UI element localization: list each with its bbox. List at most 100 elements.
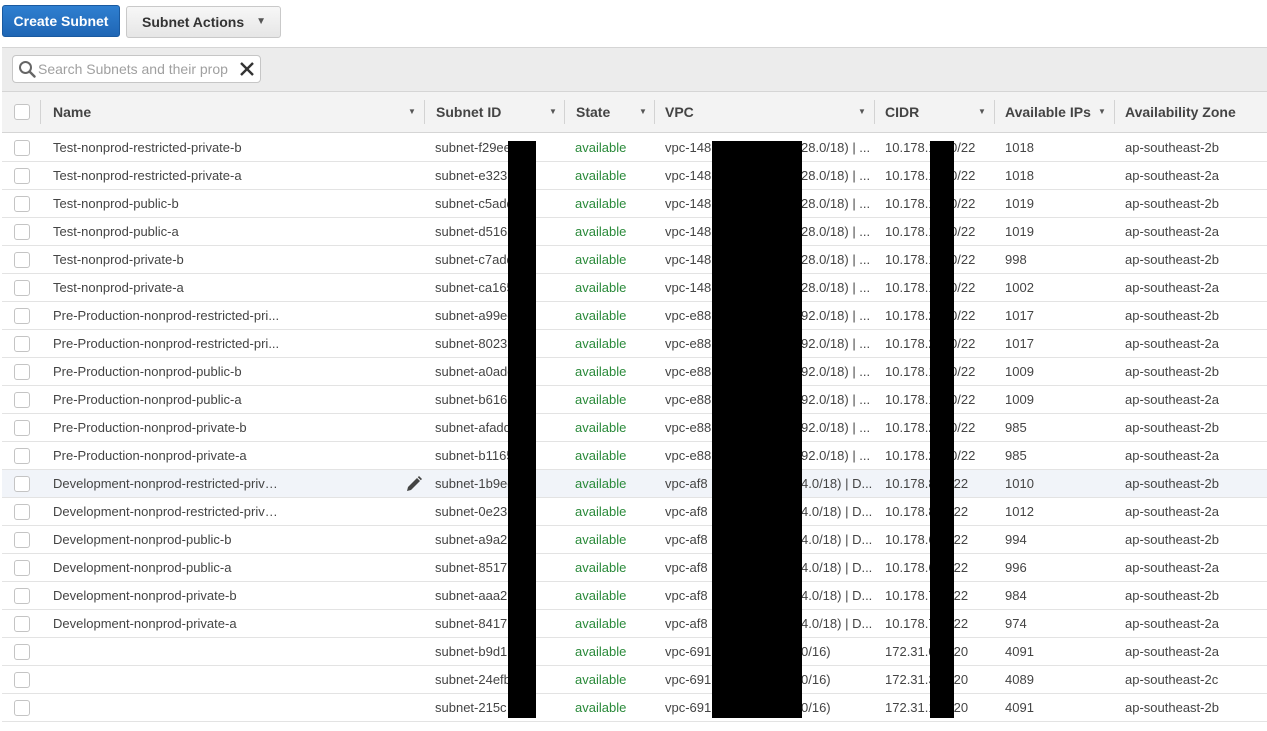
vpc-suffix: 4.0/18) | D...	[801, 476, 873, 491]
row-checkbox[interactable]	[14, 168, 30, 184]
row-checkbox[interactable]	[14, 252, 30, 268]
table-row[interactable]: Pre-Production-nonprod-private-a subnet-b…	[2, 442, 1267, 470]
table-row[interactable]: Pre-Production-nonprod-private-b subnet-a…	[2, 414, 1267, 442]
redaction-bar	[508, 141, 536, 718]
row-checkbox[interactable]	[14, 196, 30, 212]
table-row[interactable]: Pre-Production-nonprod-restricted-pri...…	[2, 302, 1267, 330]
row-checkbox[interactable]	[14, 140, 30, 156]
table-row[interactable]: Test-nonprod-private-b subnet-c7add availa…	[2, 246, 1267, 274]
filter-bar	[2, 47, 1267, 92]
cidr-prefix: 10.178.1	[885, 140, 936, 155]
row-checkbox[interactable]	[14, 504, 30, 520]
subnet-state: available	[575, 252, 627, 267]
subnet-name	[53, 638, 283, 665]
column-label: Name	[53, 104, 92, 120]
sort-arrow-icon[interactable]: ▼	[408, 92, 416, 132]
row-checkbox[interactable]	[14, 672, 30, 688]
column-header-state[interactable]: State ▼	[576, 92, 656, 132]
available-ips: 1009	[1005, 392, 1034, 407]
table-row[interactable]: Development-nonprod-restricted-private-a…	[2, 498, 1267, 526]
availability-zone: ap-southeast-2a	[1125, 616, 1219, 631]
close-icon[interactable]	[238, 60, 256, 78]
available-ips: 4091	[1005, 644, 1034, 659]
sort-arrow-icon[interactable]: ▼	[639, 92, 647, 132]
search-input[interactable]	[38, 59, 234, 79]
cidr-prefix: 172.31.1	[885, 700, 936, 715]
sort-arrow-icon[interactable]: ▼	[1098, 92, 1106, 132]
table-row[interactable]: Development-nonprod-public-b subnet-a9a2 a…	[2, 526, 1267, 554]
row-checkbox[interactable]	[14, 280, 30, 296]
table-row[interactable]: Test-nonprod-restricted-private-a subnet-…	[2, 162, 1267, 190]
availability-zone: ap-southeast-2a	[1125, 280, 1219, 295]
table-row[interactable]: Development-nonprod-private-a subnet-8417…	[2, 610, 1267, 638]
table-row[interactable]: subnet-24efb available vpc-691 0/16) 172.31.…	[2, 666, 1267, 694]
cidr-prefix: 172.31.0	[885, 644, 936, 659]
pencil-icon[interactable]	[405, 475, 423, 493]
row-checkbox[interactable]	[14, 364, 30, 380]
subnet-state: available	[575, 644, 627, 659]
row-checkbox[interactable]	[14, 588, 30, 604]
available-ips: 1019	[1005, 224, 1034, 239]
subnet-actions-label: Subnet Actions	[142, 14, 245, 30]
subnet-state: available	[575, 476, 627, 491]
row-checkbox[interactable]	[14, 644, 30, 660]
row-checkbox[interactable]	[14, 616, 30, 632]
vpc-suffix: 28.0/18) | ...	[801, 196, 871, 211]
redaction-bar	[712, 141, 802, 718]
sort-arrow-icon[interactable]: ▼	[858, 92, 866, 132]
column-header-subnet-id[interactable]: Subnet ID ▼	[436, 92, 563, 132]
table-row[interactable]: Test-nonprod-public-a subnet-d5165 availab…	[2, 218, 1267, 246]
vpc-prefix: vpc-af8	[665, 504, 708, 519]
search-box[interactable]	[12, 55, 261, 83]
table-row[interactable]: Test-nonprod-restricted-private-b subnet-…	[2, 134, 1267, 162]
row-checkbox[interactable]	[14, 420, 30, 436]
cidr-prefix: 10.178.1	[885, 196, 936, 211]
vpc-suffix: 4.0/18) | D...	[801, 504, 873, 519]
subnet-state: available	[575, 616, 627, 631]
column-header-name[interactable]: Name ▼	[53, 92, 423, 132]
vpc-prefix: vpc-af8	[665, 588, 708, 603]
table-row[interactable]: Development-nonprod-restricted-private-b…	[2, 470, 1267, 498]
select-all-checkbox[interactable]	[14, 104, 30, 120]
table-row[interactable]: Test-nonprod-public-b subnet-c5add availab…	[2, 190, 1267, 218]
row-checkbox[interactable]	[14, 532, 30, 548]
table-row[interactable]: Development-nonprod-private-b subnet-aaa2…	[2, 582, 1267, 610]
row-checkbox[interactable]	[14, 308, 30, 324]
column-label: Available IPs	[1005, 104, 1091, 120]
available-ips: 1018	[1005, 168, 1034, 183]
row-checkbox[interactable]	[14, 448, 30, 464]
availability-zone: ap-southeast-2b	[1125, 308, 1219, 323]
table-row[interactable]: Pre-Production-nonprod-public-a subnet-b6…	[2, 386, 1267, 414]
row-checkbox[interactable]	[14, 224, 30, 240]
row-checkbox[interactable]	[14, 560, 30, 576]
table-row[interactable]: Pre-Production-nonprod-restricted-pri...…	[2, 330, 1267, 358]
row-checkbox[interactable]	[14, 336, 30, 352]
row-checkbox[interactable]	[14, 392, 30, 408]
sort-arrow-icon[interactable]: ▼	[549, 92, 557, 132]
column-header-available-ips[interactable]: Available IPs ▼	[1005, 92, 1115, 132]
availability-zone: ap-southeast-2b	[1125, 420, 1219, 435]
table-row[interactable]: Development-nonprod-public-a subnet-8517 a…	[2, 554, 1267, 582]
table-row[interactable]: Test-nonprod-private-a subnet-ca165 availa…	[2, 274, 1267, 302]
create-subnet-button[interactable]: Create Subnet	[2, 5, 120, 37]
subnet-state: available	[575, 280, 627, 295]
available-ips: 998	[1005, 252, 1027, 267]
column-header-cidr[interactable]: CIDR ▼	[885, 92, 995, 132]
row-checkbox[interactable]	[14, 476, 30, 492]
table-row[interactable]: subnet-215c available vpc-691 0/16) 172.31.1…	[2, 694, 1267, 722]
available-ips: 1019	[1005, 196, 1034, 211]
table-row[interactable]: subnet-b9d1 available vpc-691 0/16) 172.31.0…	[2, 638, 1267, 666]
subnet-actions-button[interactable]: Subnet Actions ▼	[126, 6, 281, 38]
subnet-state: available	[575, 308, 627, 323]
search-icon	[19, 61, 36, 78]
column-header-availability-zone[interactable]: Availability Zone	[1125, 92, 1265, 132]
available-ips: 996	[1005, 560, 1027, 575]
column-divider	[564, 100, 565, 124]
table-row[interactable]: Pre-Production-nonprod-public-b subnet-a0…	[2, 358, 1267, 386]
row-checkbox[interactable]	[14, 700, 30, 716]
column-label: Subnet ID	[436, 104, 502, 120]
sort-arrow-icon[interactable]: ▼	[978, 92, 986, 132]
column-header-vpc[interactable]: VPC ▼	[665, 92, 875, 132]
cidr-prefix: 172.31.3	[885, 672, 936, 687]
vpc-prefix: vpc-148	[665, 280, 712, 295]
